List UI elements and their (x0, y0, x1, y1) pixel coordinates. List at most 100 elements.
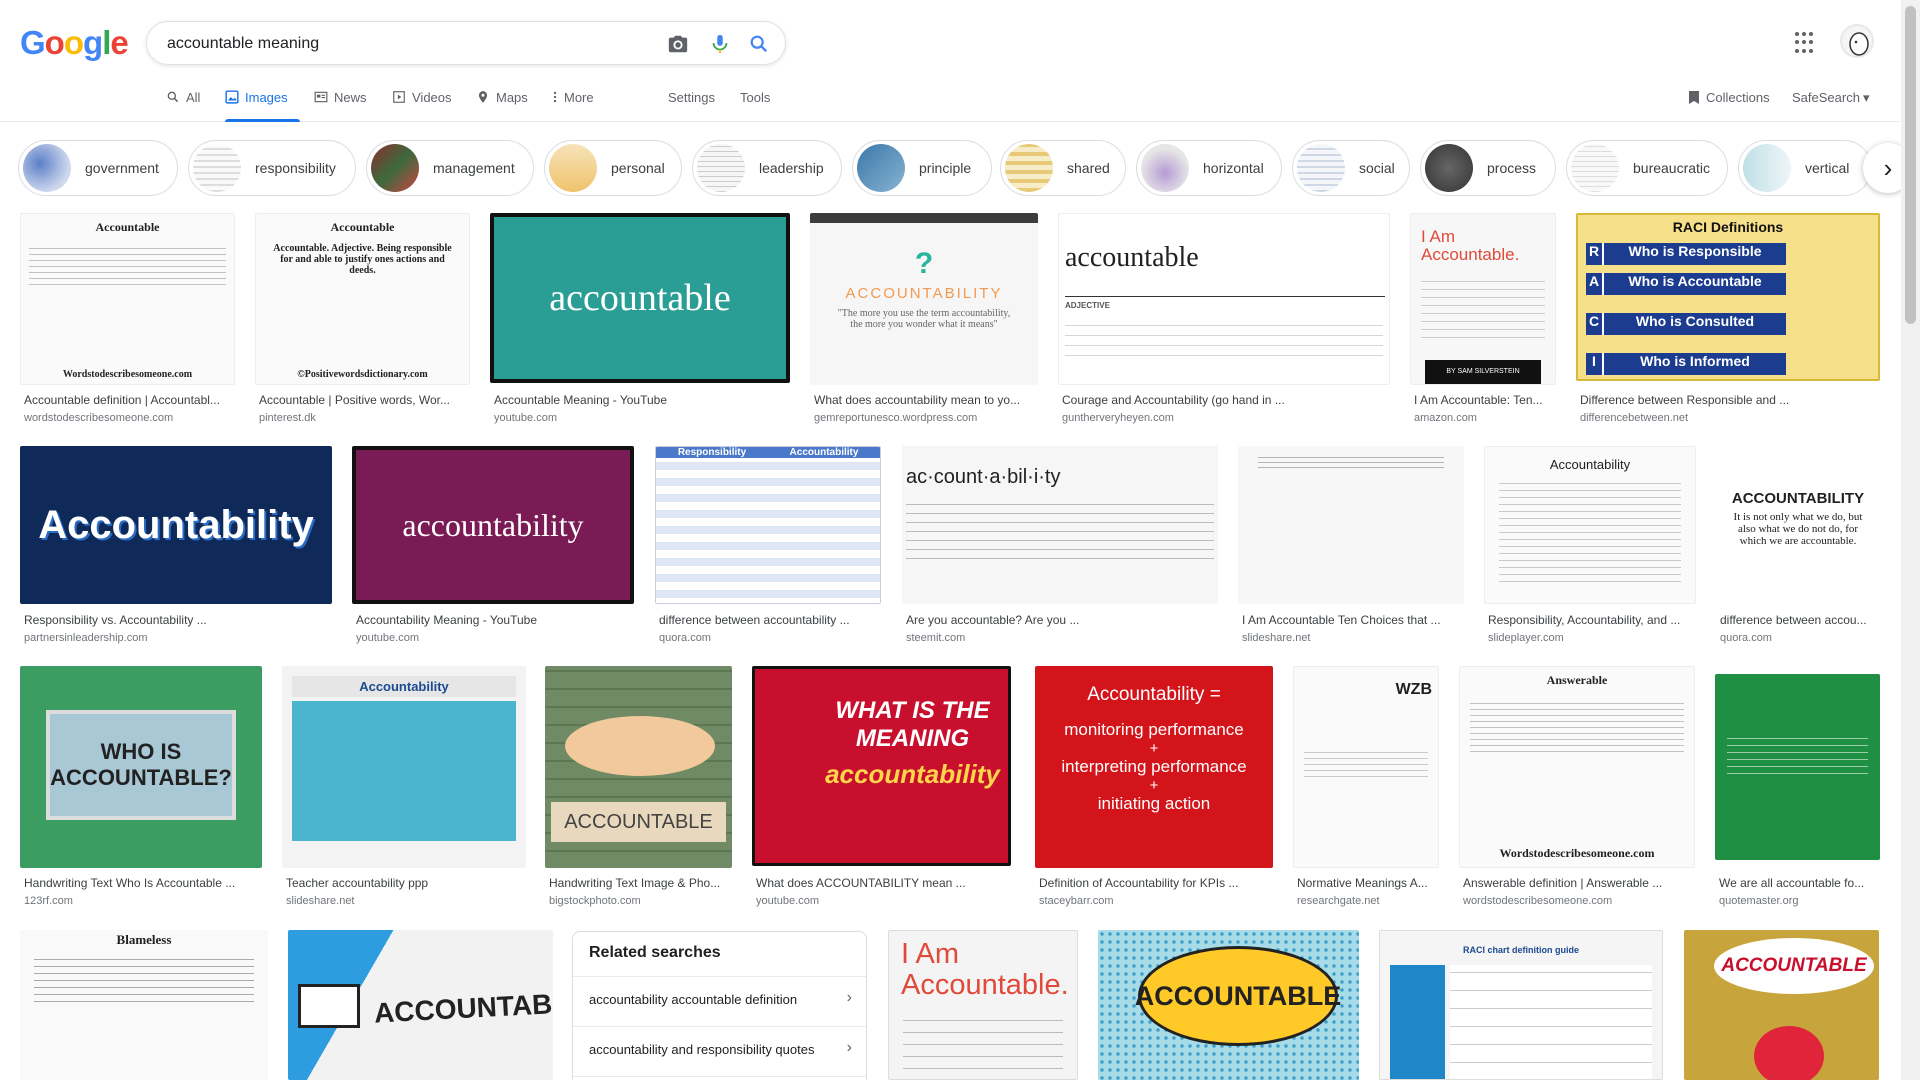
chip-shared[interactable]: shared (1000, 140, 1126, 196)
result-thumbnail[interactable]: RACI Definitions R Who is Responsible A Wh… (1576, 213, 1880, 381)
result-source[interactable]: amazon.com (1414, 412, 1477, 424)
chip-personal[interactable]: personal (544, 140, 682, 196)
result-title[interactable]: Responsibility, Accountability, and ... (1488, 613, 1700, 627)
result-thumbnail[interactable]: Blameless (20, 930, 268, 1080)
result-thumbnail[interactable]: ACCOUNTABLE (1684, 930, 1879, 1080)
result-thumbnail[interactable]: Accountability = monitoring performance … (1035, 666, 1273, 868)
result-source[interactable]: staceybarr.com (1039, 895, 1114, 907)
result-title[interactable]: Handwriting Text Who Is Accountable ... (24, 876, 266, 890)
result-thumbnail[interactable]: Accountable Accountable. Adjective. Bein… (255, 213, 470, 385)
chip-bureaucratic[interactable]: bureaucratic (1566, 140, 1728, 196)
safesearch-toggle[interactable]: SafeSearch ▾ (1792, 90, 1869, 106)
result-title[interactable]: Courage and Accountability (go hand in .… (1062, 393, 1362, 407)
result-title[interactable]: Teacher accountability ppp (286, 876, 530, 890)
result-title[interactable]: Normative Meanings A... (1297, 876, 1443, 890)
result-source[interactable]: quora.com (659, 632, 711, 644)
result-source[interactable]: guntherveryheyen.com (1062, 412, 1174, 424)
result-thumbnail[interactable]: RACI chart definition guide (1379, 930, 1663, 1080)
tab-images[interactable]: Images (225, 90, 300, 122)
apps-grid-icon[interactable] (1795, 32, 1817, 54)
search-input[interactable] (167, 32, 637, 56)
result-title[interactable]: Accountable Meaning - YouTube (494, 393, 794, 407)
chip-social[interactable]: social (1292, 140, 1410, 196)
chip-management[interactable]: management (366, 140, 534, 196)
microphone-icon[interactable] (709, 33, 731, 55)
tab-more[interactable]: More (552, 90, 594, 122)
result-thumbnail[interactable] (1238, 446, 1464, 604)
chip-government[interactable]: government (18, 140, 178, 196)
result-thumbnail[interactable]: ac·count·a·bil·i·ty (902, 446, 1218, 604)
result-source[interactable]: partnersinleadership.com (24, 632, 148, 644)
result-title[interactable]: What does accountability mean to yo... (814, 393, 1042, 407)
result-title[interactable]: Accountable definition | Accountabl... (24, 393, 239, 407)
result-source[interactable]: slideplayer.com (1488, 632, 1564, 644)
result-title[interactable]: Handwriting Text Image & Pho... (549, 876, 736, 890)
chip-vertical[interactable]: vertical (1738, 140, 1872, 196)
result-source[interactable]: youtube.com (356, 632, 419, 644)
tab-maps[interactable]: Maps (476, 90, 528, 122)
result-title[interactable]: Difference between Responsible and ... (1580, 393, 1880, 407)
chip-leadership[interactable]: leadership (692, 140, 842, 196)
chip-responsibility[interactable]: responsibility (188, 140, 356, 196)
related-search-item[interactable]: accountability and responsibility quotes… (573, 1026, 866, 1076)
settings-link[interactable]: Settings (668, 90, 715, 105)
result-thumbnail[interactable]: accountable ADJECTIVE (1058, 213, 1390, 385)
result-source[interactable]: quora.com (1720, 632, 1772, 644)
tab-videos[interactable]: Videos (392, 90, 452, 122)
result-title[interactable]: Are you accountable? Are you ... (906, 613, 1222, 627)
result-source[interactable]: wordstodescribesomeone.com (1463, 895, 1612, 907)
result-source[interactable]: pinterest.dk (259, 412, 316, 424)
tools-link[interactable]: Tools (740, 90, 770, 105)
result-thumbnail[interactable]: I Am Accountable. BY SAM SILVERSTEIN (1410, 213, 1556, 385)
result-thumbnail[interactable]: Accountability (1484, 446, 1696, 604)
scrollbar-thumb[interactable] (1905, 6, 1916, 324)
result-title[interactable]: difference between accou... (1720, 613, 1884, 627)
result-source[interactable]: 123rf.com (24, 895, 73, 907)
result-source[interactable]: youtube.com (756, 895, 819, 907)
result-thumbnail[interactable]: ACCOUNTABLE (1098, 930, 1359, 1080)
result-source[interactable]: quotemaster.org (1719, 895, 1799, 907)
related-search-item[interactable]: accountability accountable definition › (573, 976, 866, 1026)
result-thumbnail[interactable]: ACCOUNTABILITY It is not only what we do… (1716, 446, 1880, 604)
result-source[interactable]: bigstockphoto.com (549, 895, 641, 907)
chip-principle[interactable]: principle (852, 140, 992, 196)
result-title[interactable]: Accountability Meaning - YouTube (356, 613, 638, 627)
result-thumbnail[interactable]: ? ACCOUNTABILITY "The more you use the t… (810, 213, 1038, 385)
chip-process[interactable]: process (1420, 140, 1556, 196)
related-search-item[interactable] (573, 1076, 866, 1080)
result-thumbnail[interactable]: Accountability (20, 446, 332, 604)
result-source[interactable]: steemit.com (906, 632, 965, 644)
result-thumbnail[interactable]: Answerable Wordstodescribesomeone.com (1459, 666, 1695, 868)
result-title[interactable]: Responsibility vs. Accountability ... (24, 613, 336, 627)
result-title[interactable]: difference between accountability ... (659, 613, 885, 627)
result-thumbnail[interactable]: Accountable Wordstodescribesomeone.com (20, 213, 235, 385)
result-thumbnail[interactable]: WZB (1293, 666, 1439, 868)
search-icon[interactable] (748, 33, 770, 55)
result-source[interactable]: wordstodescribesomeone.com (24, 412, 173, 424)
result-source[interactable]: slideshare.net (286, 895, 355, 907)
result-source[interactable]: youtube.com (494, 412, 557, 424)
google-logo[interactable]: Google (20, 24, 129, 62)
result-source[interactable]: slideshare.net (1242, 632, 1311, 644)
result-title[interactable]: I Am Accountable: Ten... (1414, 393, 1560, 407)
collections-link[interactable]: Collections (1688, 90, 1770, 108)
chip-horizontal[interactable]: horizontal (1136, 140, 1282, 196)
result-title[interactable]: Accountable | Positive words, Wor... (259, 393, 474, 407)
avatar[interactable] (1840, 24, 1874, 58)
result-thumbnail[interactable]: Accountability (282, 666, 526, 868)
result-title[interactable]: What does ACCOUNTABILITY mean ... (756, 876, 1015, 890)
result-title[interactable]: Definition of Accountability for KPIs ..… (1039, 876, 1277, 890)
result-thumbnail[interactable]: ACCOUNTABLE (288, 930, 553, 1080)
tab-all[interactable]: All (166, 90, 200, 122)
page-scrollbar[interactable] (1901, 0, 1920, 1080)
result-thumbnail[interactable]: Responsibility Accountability (655, 446, 881, 604)
result-thumbnail[interactable]: WHO IS ACCOUNTABLE? (20, 666, 262, 868)
result-thumbnail[interactable]: ACCOUNTABLE (545, 666, 732, 868)
result-thumbnail[interactable]: accountable (490, 213, 790, 383)
result-source[interactable]: gemreportunesco.wordpress.com (814, 412, 977, 424)
result-title[interactable]: We are all accountable fo... (1719, 876, 1884, 890)
result-thumbnail[interactable]: I Am Accountable. (888, 930, 1078, 1080)
result-source[interactable]: researchgate.net (1297, 895, 1380, 907)
result-thumbnail[interactable] (1715, 674, 1880, 860)
result-title[interactable]: I Am Accountable Ten Choices that ... (1242, 613, 1468, 627)
